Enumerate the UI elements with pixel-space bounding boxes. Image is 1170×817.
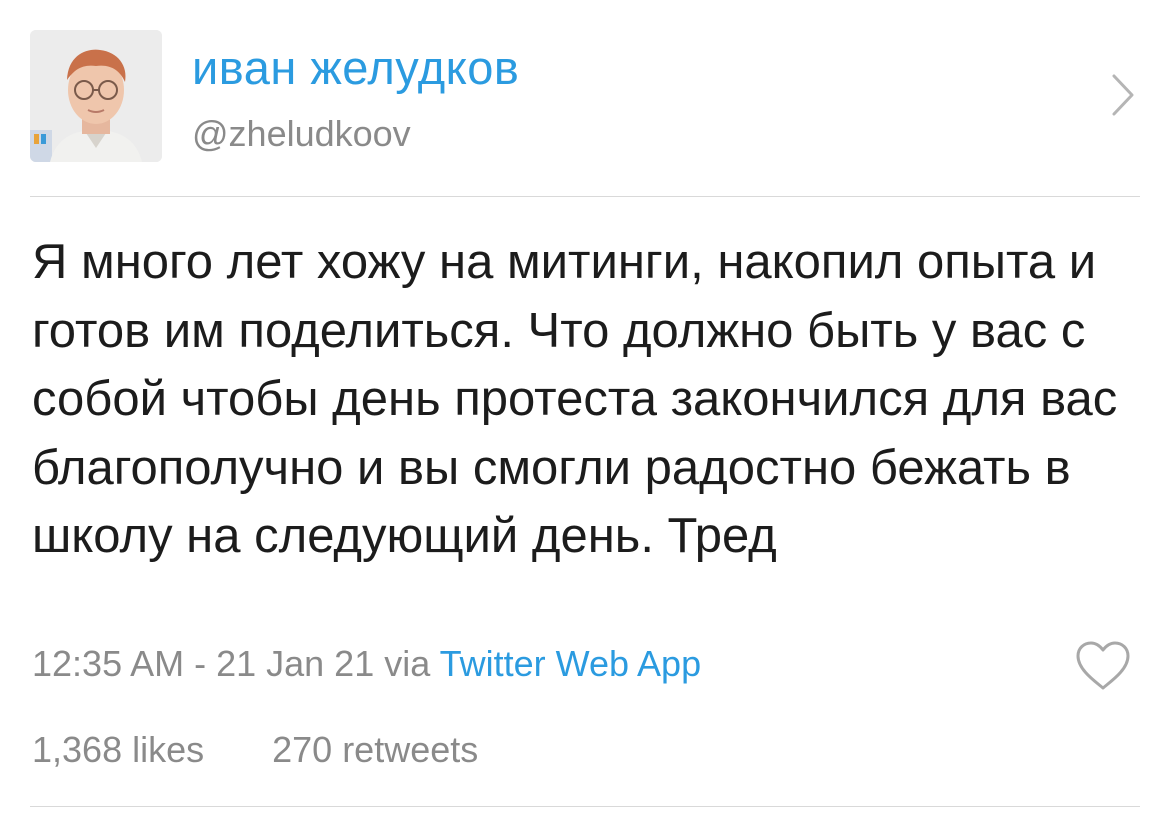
tweet-meta: 12:35 AM - 21 Jan 21 via Twitter Web App: [32, 640, 701, 688]
avatar[interactable]: [30, 30, 162, 162]
tweet-timestamp[interactable]: 12:35 AM - 21 Jan 21: [32, 643, 374, 684]
display-name[interactable]: иван желудков: [192, 40, 519, 96]
tweet-text: Я много лет хожу на митинги, накопил опы…: [32, 235, 1118, 563]
via-label: via: [384, 643, 431, 684]
chevron-right-icon[interactable]: [1108, 72, 1138, 118]
likes-count[interactable]: 1,368 likes: [32, 729, 204, 770]
retweets-count[interactable]: 270 retweets: [272, 729, 478, 770]
source-link[interactable]: Twitter Web App: [440, 643, 701, 684]
header-divider: [30, 196, 1140, 197]
avatar-photo: [30, 30, 162, 162]
tweet-stats: 1,368 likes 270 retweets: [32, 726, 478, 774]
heart-outline-icon[interactable]: [1074, 640, 1132, 692]
user-handle[interactable]: @zheludkoov: [192, 112, 411, 156]
footer-divider: [30, 806, 1140, 807]
